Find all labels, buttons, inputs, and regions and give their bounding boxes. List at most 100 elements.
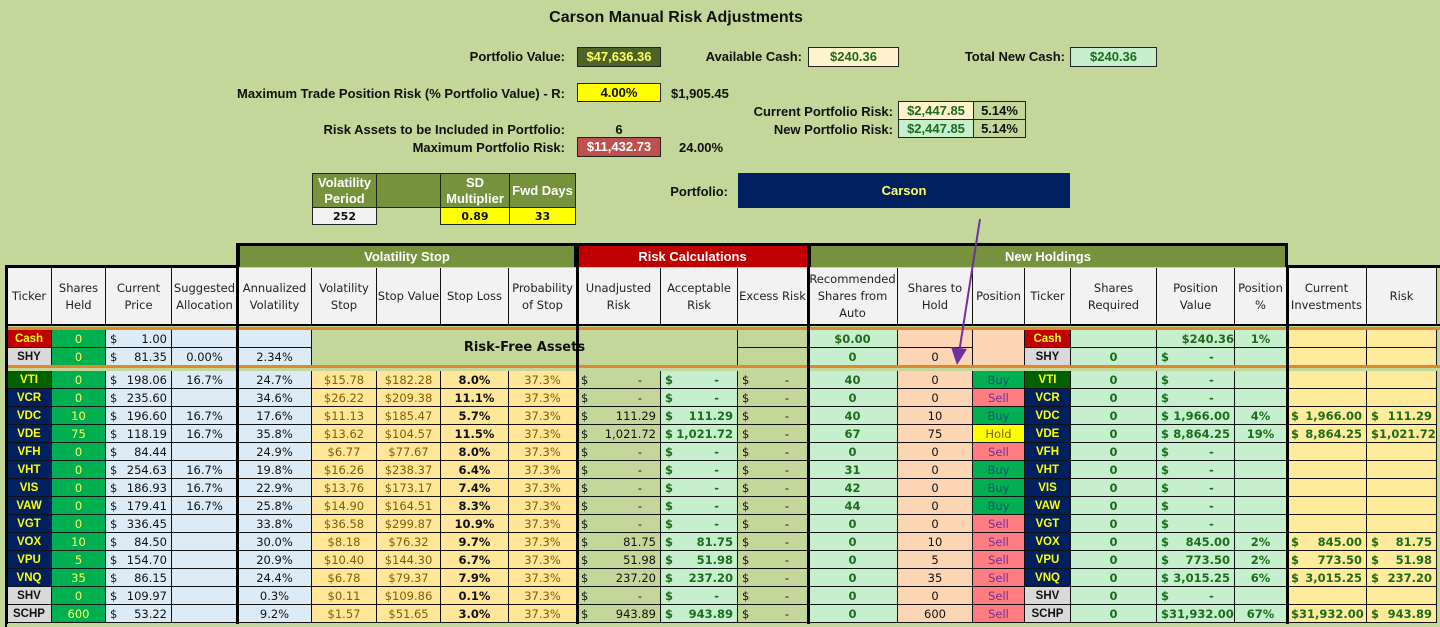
blank-cell bbox=[377, 208, 441, 225]
shares-to-hold-input[interactable]: 0 bbox=[898, 479, 973, 497]
shares-held-input[interactable]: 0 bbox=[52, 348, 106, 366]
unadjusted-risk-cell: $ - bbox=[577, 389, 661, 407]
current-investments-cell bbox=[1287, 515, 1367, 533]
probability-of-stop-cell: 37.3% bbox=[509, 425, 577, 443]
currency-symbol: $ bbox=[1161, 444, 1170, 459]
available-cash-cell[interactable]: $240.36 bbox=[808, 47, 899, 67]
acceptable-risk-cell: $51.98 bbox=[661, 551, 738, 569]
annualized-volatility-cell: 2.34% bbox=[238, 348, 312, 366]
cell-value: - bbox=[714, 390, 719, 405]
shares-to-hold-input[interactable]: 0 bbox=[898, 443, 973, 461]
stop-loss-cell: 7.4% bbox=[441, 479, 509, 497]
suggested-allocation-cell[interactable]: 16.7% bbox=[172, 461, 238, 479]
suggested-allocation-cell[interactable] bbox=[172, 533, 238, 551]
shares-held-input[interactable]: 600 bbox=[52, 605, 106, 623]
cell-value: - bbox=[784, 516, 789, 531]
shares-to-hold-input[interactable]: 0 bbox=[898, 371, 973, 389]
suggested-allocation-cell[interactable]: 16.7% bbox=[172, 407, 238, 425]
shares-to-hold-input[interactable]: 0 bbox=[898, 389, 973, 407]
shares-to-hold-input[interactable]: 75 bbox=[898, 425, 973, 443]
cell-value: 3,015.25 bbox=[1173, 570, 1230, 585]
fwd-days-input[interactable]: 33 bbox=[509, 207, 576, 225]
cell-value: - bbox=[714, 462, 719, 477]
suggested-allocation-cell[interactable]: 16.7% bbox=[172, 479, 238, 497]
risk-cell bbox=[1367, 330, 1437, 348]
shares-to-hold-input[interactable]: 10 bbox=[898, 533, 973, 551]
suggested-allocation-cell[interactable] bbox=[172, 330, 238, 348]
shares-to-hold-input[interactable]: 0 bbox=[898, 587, 973, 605]
unadjusted-risk-cell: $ - bbox=[577, 587, 661, 605]
current-risk-pct: 5.14% bbox=[973, 101, 1026, 120]
suggested-allocation-cell[interactable] bbox=[172, 443, 238, 461]
total-new-cash-cell[interactable]: $240.36 bbox=[1070, 47, 1157, 67]
suggested-allocation-cell[interactable] bbox=[172, 551, 238, 569]
currency-symbol: $ bbox=[742, 480, 750, 495]
suggested-allocation-cell[interactable]: 0.00% bbox=[172, 348, 238, 366]
shares-held-input[interactable]: 0 bbox=[52, 389, 106, 407]
suggested-allocation-cell[interactable]: 16.7% bbox=[172, 497, 238, 515]
shares-held-input[interactable]: 0 bbox=[52, 515, 106, 533]
portfolio-value-cell[interactable]: $47,636.36 bbox=[577, 47, 661, 67]
suggested-allocation-cell[interactable] bbox=[172, 605, 238, 623]
annualized-volatility-cell: 19.8% bbox=[238, 461, 312, 479]
stop-loss-cell: 10.9% bbox=[441, 515, 509, 533]
max-trade-risk-input[interactable]: 4.00% bbox=[577, 83, 661, 102]
volatility-stop-cell: $10.40 bbox=[312, 551, 377, 569]
excess-risk-cell: $ - bbox=[738, 461, 808, 479]
acceptable-risk-cell: $ - bbox=[661, 443, 738, 461]
volatility-period-input[interactable]: 252 bbox=[312, 207, 377, 225]
acceptable-risk-cell: $1,021.72 bbox=[661, 425, 738, 443]
shares-held-input[interactable]: 0 bbox=[52, 461, 106, 479]
shares-to-hold-input[interactable]: 0 bbox=[898, 497, 973, 515]
currency-symbol: $ bbox=[581, 552, 589, 567]
shares-held-input[interactable]: 0 bbox=[52, 443, 106, 461]
shares-to-hold-input[interactable]: 35 bbox=[898, 569, 973, 587]
shares-held-input[interactable]: 5 bbox=[52, 551, 106, 569]
shares-held-input[interactable]: 10 bbox=[52, 533, 106, 551]
shares-to-hold-input[interactable]: 10 bbox=[898, 407, 973, 425]
column-header-ticker: Ticker bbox=[7, 268, 52, 326]
probability-of-stop-cell: 37.3% bbox=[509, 569, 577, 587]
shares-to-hold-input[interactable]: 5 bbox=[898, 551, 973, 569]
column-header-ticker: Ticker bbox=[1025, 268, 1071, 326]
shares-held-input[interactable]: 0 bbox=[52, 330, 106, 348]
suggested-allocation-cell[interactable] bbox=[172, 569, 238, 587]
new-ticker-cell: Cash bbox=[1025, 330, 1071, 348]
shares-held-input[interactable]: 0 bbox=[52, 479, 106, 497]
recommended-shares-cell: 0 bbox=[808, 569, 898, 587]
unadjusted-risk-cell: $1,021.72 bbox=[577, 425, 661, 443]
shares-to-hold-input[interactable]: 0 bbox=[898, 461, 973, 479]
max-portfolio-risk-label: Maximum Portfolio Risk: bbox=[412, 140, 565, 155]
unadjusted-risk-cell: $ - bbox=[577, 461, 661, 479]
volatility-stop-cell: $15.78 bbox=[312, 371, 377, 389]
portfolio-name-selector[interactable]: Carson bbox=[738, 173, 1070, 208]
stop-loss-cell: 8.0% bbox=[441, 443, 509, 461]
shares-held-input[interactable]: 10 bbox=[52, 407, 106, 425]
probability-of-stop-cell: 37.3% bbox=[509, 479, 577, 497]
risk-cell bbox=[1367, 443, 1437, 461]
shares-held-input[interactable]: 0 bbox=[52, 371, 106, 389]
suggested-allocation-cell[interactable] bbox=[172, 515, 238, 533]
risk-assets-count[interactable]: 6 bbox=[577, 122, 661, 137]
shares-held-input[interactable]: 35 bbox=[52, 569, 106, 587]
acceptable-risk-cell: $ - bbox=[661, 479, 738, 497]
suggested-allocation-cell[interactable]: 16.7% bbox=[172, 371, 238, 389]
acceptable-risk-cell: $ - bbox=[661, 587, 738, 605]
sd-multiplier-input[interactable]: 0.89 bbox=[440, 207, 510, 225]
suggested-allocation-cell[interactable] bbox=[172, 389, 238, 407]
unadjusted-risk-cell: $ - bbox=[577, 497, 661, 515]
suggested-allocation-cell[interactable]: 16.7% bbox=[172, 425, 238, 443]
currency-symbol: $ bbox=[581, 606, 589, 621]
annualized-volatility-cell: 30.0% bbox=[238, 533, 312, 551]
new-risk-pct: 5.14% bbox=[973, 119, 1026, 138]
shares-held-input[interactable]: 0 bbox=[52, 497, 106, 515]
max-trade-risk-label: Maximum Trade Position Risk (% Portfolio… bbox=[237, 86, 565, 101]
recommended-shares-cell: 0 bbox=[808, 515, 898, 533]
shares-held-input[interactable]: 75 bbox=[52, 425, 106, 443]
probability-of-stop-cell: 37.3% bbox=[509, 371, 577, 389]
shares-held-input[interactable]: 0 bbox=[52, 587, 106, 605]
suggested-allocation-cell[interactable] bbox=[172, 587, 238, 605]
shares-to-hold-input[interactable]: 0 bbox=[898, 515, 973, 533]
shares-to-hold-input[interactable]: 600 bbox=[898, 605, 973, 623]
currency-symbol: $ bbox=[1371, 570, 1380, 585]
